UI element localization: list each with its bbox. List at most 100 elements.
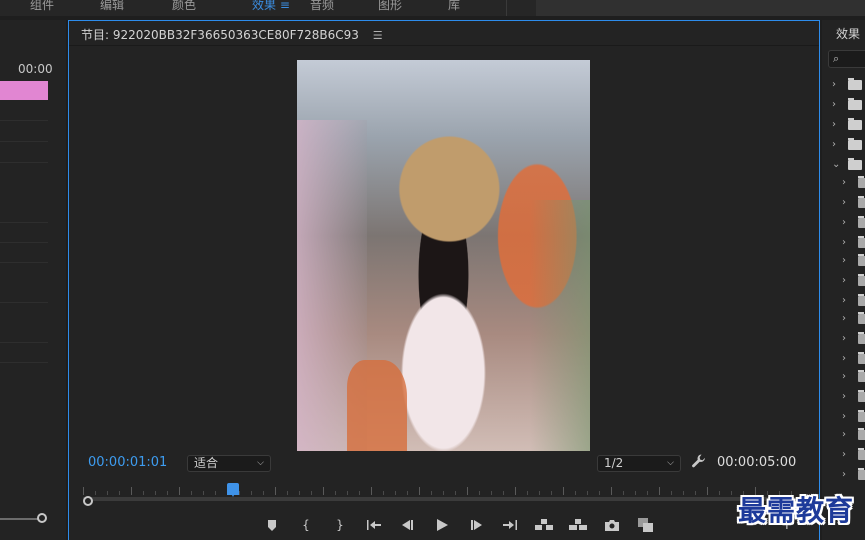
effects-panel: 效果 ⌕ › › › › ⌄ › › › › › › › › › › › › › › › › bbox=[822, 20, 865, 540]
effects-tree-item[interactable]: › bbox=[822, 388, 865, 407]
effects-search-input[interactable]: ⌕ bbox=[828, 50, 865, 68]
mark-in-icon[interactable]: { bbox=[289, 515, 323, 535]
folder-icon bbox=[858, 176, 865, 188]
ruler-minor-tick bbox=[155, 491, 156, 495]
chevron-right-icon[interactable]: › bbox=[842, 449, 846, 460]
folder-icon bbox=[858, 410, 865, 422]
effects-tree-item[interactable]: › bbox=[822, 234, 865, 253]
workspace-tab[interactable]: 颜色 bbox=[172, 0, 196, 13]
chevron-right-icon[interactable]: › bbox=[842, 177, 846, 188]
ruler-minor-tick bbox=[539, 491, 540, 495]
playhead[interactable] bbox=[227, 483, 240, 497]
effects-tree-item[interactable]: › bbox=[822, 136, 865, 155]
ruler-minor-tick bbox=[695, 491, 696, 495]
add-marker-icon[interactable] bbox=[255, 515, 289, 535]
effects-tree-item[interactable]: › bbox=[822, 426, 865, 445]
export-frame-icon[interactable] bbox=[595, 515, 629, 535]
step-forward-icon[interactable] bbox=[459, 515, 493, 535]
chevron-right-icon[interactable]: › bbox=[842, 469, 846, 480]
ruler-minor-tick bbox=[263, 491, 264, 495]
ruler-minor-tick bbox=[191, 491, 192, 495]
effects-tree-item[interactable]: › bbox=[822, 350, 865, 369]
chevron-right-icon[interactable]: › bbox=[842, 237, 846, 248]
effects-tree-item[interactable]: › bbox=[822, 96, 865, 115]
timeline-clip[interactable] bbox=[0, 81, 48, 100]
chevron-right-icon[interactable]: › bbox=[832, 139, 836, 150]
effects-tree-item[interactable]: ⌄ bbox=[822, 156, 865, 175]
effects-tree-item[interactable]: › bbox=[822, 368, 865, 387]
effects-tree-item[interactable]: › bbox=[822, 174, 865, 193]
chevron-right-icon[interactable]: › bbox=[842, 313, 846, 324]
folder-icon bbox=[848, 118, 862, 130]
effects-tree-item[interactable]: › bbox=[822, 272, 865, 291]
chevron-right-icon[interactable]: › bbox=[842, 391, 846, 402]
go-to-out-icon[interactable] bbox=[493, 515, 527, 535]
effects-tree-item[interactable]: › bbox=[822, 116, 865, 135]
effects-tree-item[interactable]: › bbox=[822, 446, 865, 465]
workspace-tab[interactable]: 图形 bbox=[378, 0, 402, 13]
workspace-tab[interactable]: 音频 bbox=[310, 0, 334, 13]
effects-tree-item[interactable]: › bbox=[822, 76, 865, 95]
effects-tree-item[interactable]: › bbox=[822, 330, 865, 349]
video-preview[interactable] bbox=[297, 60, 590, 451]
effects-tree-item[interactable]: › bbox=[822, 194, 865, 213]
monitor-zoom-scrollbar[interactable] bbox=[83, 497, 805, 501]
track-divider bbox=[0, 222, 48, 223]
chevron-right-icon[interactable]: › bbox=[842, 295, 846, 306]
divider bbox=[69, 45, 819, 46]
extract-icon[interactable] bbox=[561, 515, 595, 535]
step-back-icon[interactable] bbox=[391, 515, 425, 535]
effects-tree-item[interactable]: › bbox=[822, 466, 865, 485]
ruler-minor-tick bbox=[167, 491, 168, 495]
monitor-zoom-handle[interactable] bbox=[83, 496, 93, 506]
folder-icon bbox=[858, 468, 865, 480]
ruler-minor-tick bbox=[143, 491, 144, 495]
ruler-minor-tick bbox=[719, 491, 720, 495]
go-to-in-icon[interactable] bbox=[357, 515, 391, 535]
chevron-right-icon[interactable]: › bbox=[842, 217, 846, 228]
effects-tree-item[interactable]: › bbox=[822, 408, 865, 427]
workspace-tab[interactable]: 组件 bbox=[30, 0, 54, 13]
folder-icon bbox=[848, 158, 862, 170]
folder-icon bbox=[858, 254, 865, 266]
workspace-tab[interactable]: 库 bbox=[448, 0, 460, 13]
search-icon: ⌕ bbox=[833, 52, 840, 65]
effects-tree-item[interactable]: › bbox=[822, 292, 865, 311]
track-divider bbox=[0, 242, 48, 243]
chevron-right-icon[interactable]: › bbox=[832, 99, 836, 110]
chevron-right-icon[interactable]: › bbox=[842, 275, 846, 286]
effects-panel-title[interactable]: 效果 bbox=[836, 25, 860, 42]
mark-out-icon[interactable]: } bbox=[323, 515, 357, 535]
effects-tree-item[interactable]: › bbox=[822, 214, 865, 233]
timeline-zoom-handle[interactable] bbox=[37, 513, 47, 523]
folder-icon bbox=[858, 332, 865, 344]
chevron-right-icon[interactable]: › bbox=[842, 353, 846, 364]
current-timecode[interactable]: 00:00:01:01 bbox=[88, 455, 167, 470]
chevron-down-icon[interactable]: ⌄ bbox=[832, 159, 840, 170]
ruler-minor-tick bbox=[239, 491, 240, 495]
monitor-title[interactable]: 节目: 922020BB32F36650363CE80F728B6C93 bbox=[81, 28, 359, 42]
timeline-panel: 00:00 bbox=[0, 20, 66, 540]
effects-tree-item[interactable]: › bbox=[822, 252, 865, 271]
lift-icon[interactable] bbox=[527, 515, 561, 535]
chevron-right-icon[interactable]: › bbox=[842, 371, 846, 382]
workspace-tab-active[interactable]: 效果 ≡ bbox=[252, 0, 290, 13]
chevron-right-icon[interactable]: › bbox=[842, 333, 846, 344]
hamburger-menu-icon[interactable]: ☰ bbox=[373, 29, 383, 42]
chevron-right-icon[interactable]: › bbox=[842, 429, 846, 440]
workspace-tab[interactable]: 编辑 bbox=[100, 0, 124, 13]
compare-view-icon[interactable] bbox=[629, 515, 663, 535]
time-ruler[interactable] bbox=[83, 483, 805, 495]
chevron-right-icon[interactable]: › bbox=[842, 411, 846, 422]
wrench-icon[interactable] bbox=[691, 453, 707, 469]
play-icon[interactable] bbox=[425, 515, 459, 535]
chevron-right-icon[interactable]: › bbox=[832, 79, 836, 90]
playback-resolution-select[interactable]: 1/2 ⌵ bbox=[597, 455, 681, 472]
transport-controls: { } bbox=[255, 515, 663, 535]
zoom-fit-select[interactable]: 适合 ⌵ bbox=[187, 455, 271, 472]
ruler-tick bbox=[179, 487, 180, 495]
effects-tree-item[interactable]: › bbox=[822, 310, 865, 329]
chevron-right-icon[interactable]: › bbox=[832, 119, 836, 130]
chevron-right-icon[interactable]: › bbox=[842, 197, 846, 208]
chevron-right-icon[interactable]: › bbox=[842, 255, 846, 266]
